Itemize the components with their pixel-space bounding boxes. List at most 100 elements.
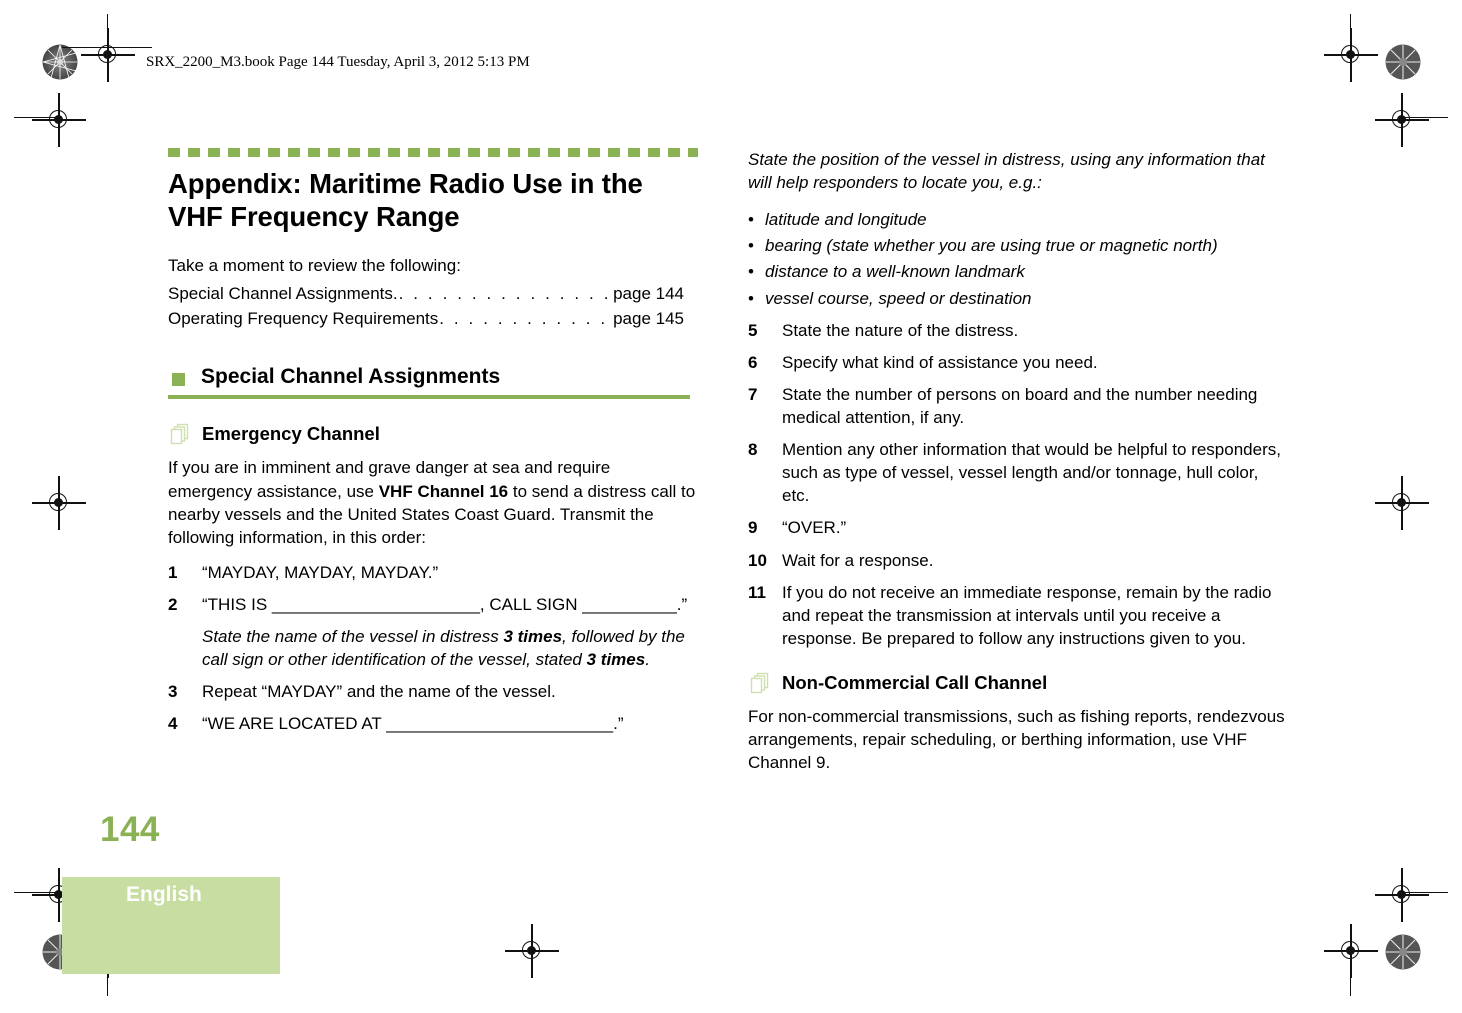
step-text: “WE ARE LOCATED AT _____________________… (202, 714, 624, 734)
toc-leader-dots: . . . . . . . . . . . . . (439, 308, 612, 328)
section-heading-label: Special Channel Assignments (201, 365, 501, 389)
registration-mark-upper-right (1375, 93, 1429, 147)
emergency-paragraph: If you are in imminent and grave danger … (168, 456, 696, 548)
distress-steps-list-right: 5 State the nature of the distress. 6 Sp… (748, 319, 1288, 650)
bullet-item: • vessel course, speed or destination (748, 287, 1288, 310)
bullet-text: distance to a well-known landmark (765, 262, 1025, 282)
step-item: 9 “OVER.” (748, 516, 1288, 539)
toc-entry: Operating Frequency Requirements . . . .… (168, 307, 684, 332)
bullet-item: • latitude and longitude (748, 208, 1288, 231)
step-text: Wait for a response. (782, 550, 934, 570)
note-part-a: State the name of the vessel in distress (202, 627, 504, 647)
step-number: 11 (748, 582, 766, 602)
bullet-item: • distance to a well-known landmark (748, 260, 1288, 283)
step-number: 5 (748, 320, 758, 340)
chapter-title: Appendix: Maritime Radio Use in the VHF … (168, 168, 643, 232)
toc-entry: Special Channel Assignments. . . . . . .… (168, 282, 684, 307)
step-text: Specify what kind of assistance you need… (782, 352, 1098, 372)
bullet-glyph-icon: • (748, 236, 754, 256)
step-number: 1 (168, 562, 178, 582)
non-commercial-paragraph: For non-commercial transmissions, such a… (748, 706, 1285, 773)
section-heading: Special Channel Assignments (168, 365, 690, 400)
sub-heading-non-commercial-call-channel: Non-Commercial Call Channel (748, 672, 1288, 694)
intro-paragraph: Take a moment to review the following: (168, 256, 461, 275)
slug-rule (62, 47, 152, 49)
sub-heading-label: Emergency Channel (202, 423, 380, 445)
distress-steps-list-left: 1 “MAYDAY, MAYDAY, MAYDAY.” 2 “THIS IS _… (168, 561, 696, 736)
registration-mark-lower-right (1375, 868, 1429, 922)
note-part-e: . (645, 650, 650, 670)
sub-heading-label: Non-Commercial Call Channel (782, 671, 1048, 693)
toc-entry-name: Operating Frequency Requirements (168, 308, 439, 328)
step-item: 2 “THIS IS ______________________, CALL … (168, 593, 696, 671)
document-page: SRX_2200_M3.book Page 144 Tuesday, April… (0, 0, 1462, 1013)
step-item: 8 Mention any other information that wou… (748, 438, 1288, 507)
dashed-rule-decoration (168, 148, 698, 157)
bullet-glyph-icon: • (748, 262, 754, 282)
step-text: Mention any other information that would… (782, 440, 1281, 506)
step-number: 8 (748, 440, 758, 460)
step-item: 3 Repeat “MAYDAY” and the name of the ve… (168, 680, 696, 703)
stacked-pages-icon (750, 672, 771, 694)
bullet-text: latitude and longitude (765, 210, 927, 230)
step-item: 7 State the number of persons on board a… (748, 383, 1288, 429)
green-square-icon (172, 373, 185, 387)
sub-heading-emergency-channel: Emergency Channel (168, 423, 696, 445)
note-bold-1: 3 times (503, 627, 563, 647)
step-number: 6 (748, 352, 758, 372)
note-bold-2: 3 times (586, 650, 646, 670)
page-number: 144 (100, 810, 160, 849)
step-number: 7 (748, 384, 758, 404)
language-label: English (126, 883, 202, 906)
crop-line-right-h (1402, 117, 1448, 119)
step-item: 1 “MAYDAY, MAYDAY, MAYDAY.” (168, 561, 696, 584)
color-rosette-top-right (1385, 44, 1421, 80)
step-text-with-note: “THIS IS ______________________, CALL SI… (202, 593, 696, 671)
registration-mark-bottom-center (505, 924, 559, 978)
crop-line-right-h-bottom (1402, 892, 1448, 894)
step-text: State the nature of the distress. (782, 320, 1019, 340)
registration-mark-middle-left (32, 476, 86, 530)
registration-mark-middle-right (1375, 476, 1429, 530)
step-item: 10 Wait for a response. (748, 549, 1288, 572)
toc-leader-dots: . . . . . . . . . . . . . . . . . (398, 284, 612, 304)
crop-line-bottom-right-v (1350, 948, 1352, 996)
step-number: 4 (168, 714, 178, 734)
step-item: 4 “WE ARE LOCATED AT ___________________… (168, 712, 696, 735)
toc-entry-page: page 144 (613, 284, 684, 304)
right-column: State the position of the vessel in dist… (748, 148, 1288, 779)
step-italic-note: State the name of the vessel in distress… (202, 625, 696, 671)
step-number: 9 (748, 518, 758, 538)
step-text: “OVER.” (782, 518, 847, 538)
step-number: 10 (748, 550, 767, 570)
bullet-text: bearing (state whether you are using tru… (765, 236, 1218, 256)
step-item: 11 If you do not receive an immediate re… (748, 581, 1288, 650)
toc-entry-name: Special Channel Assignments. (168, 284, 398, 304)
crop-line-top-left-v (107, 14, 109, 60)
bullet-glyph-icon: • (748, 288, 754, 308)
step-number: 2 (168, 595, 178, 615)
step-text: Repeat “MAYDAY” and the name of the vess… (202, 682, 556, 702)
step-text: State the number of persons on board and… (782, 384, 1258, 427)
step-item: 5 State the nature of the distress. (748, 319, 1288, 342)
crop-line-left-h (14, 117, 60, 119)
step-item: 6 Specify what kind of assistance you ne… (748, 351, 1288, 374)
registration-mark-upper-left (32, 93, 86, 147)
step-number: 3 (168, 682, 178, 702)
bullet-glyph-icon: • (748, 210, 754, 230)
step-text: “THIS IS ______________________, CALL SI… (202, 595, 688, 615)
step-text: If you do not receive an immediate respo… (782, 582, 1272, 648)
bullet-item: • bearing (state whether you are using t… (748, 234, 1288, 257)
step-text: “MAYDAY, MAYDAY, MAYDAY.” (202, 562, 439, 582)
position-italic-intro: State the position of the vessel in dist… (748, 150, 1265, 193)
emergency-bold-channel: VHF Channel 16 (378, 481, 509, 501)
bullet-text: vessel course, speed or destination (765, 288, 1032, 308)
crop-line-left-h-bottom (14, 892, 60, 894)
section-heading-rule (168, 395, 690, 400)
left-column: Appendix: Maritime Radio Use in the VHF … (168, 148, 698, 745)
stacked-pages-icon (170, 423, 191, 445)
color-rosette-bottom-right (1385, 934, 1421, 970)
crop-line-top-right-v (1350, 14, 1352, 60)
book-slug-line: SRX_2200_M3.book Page 144 Tuesday, April… (146, 54, 530, 70)
toc-entry-page: page 145 (613, 308, 684, 328)
